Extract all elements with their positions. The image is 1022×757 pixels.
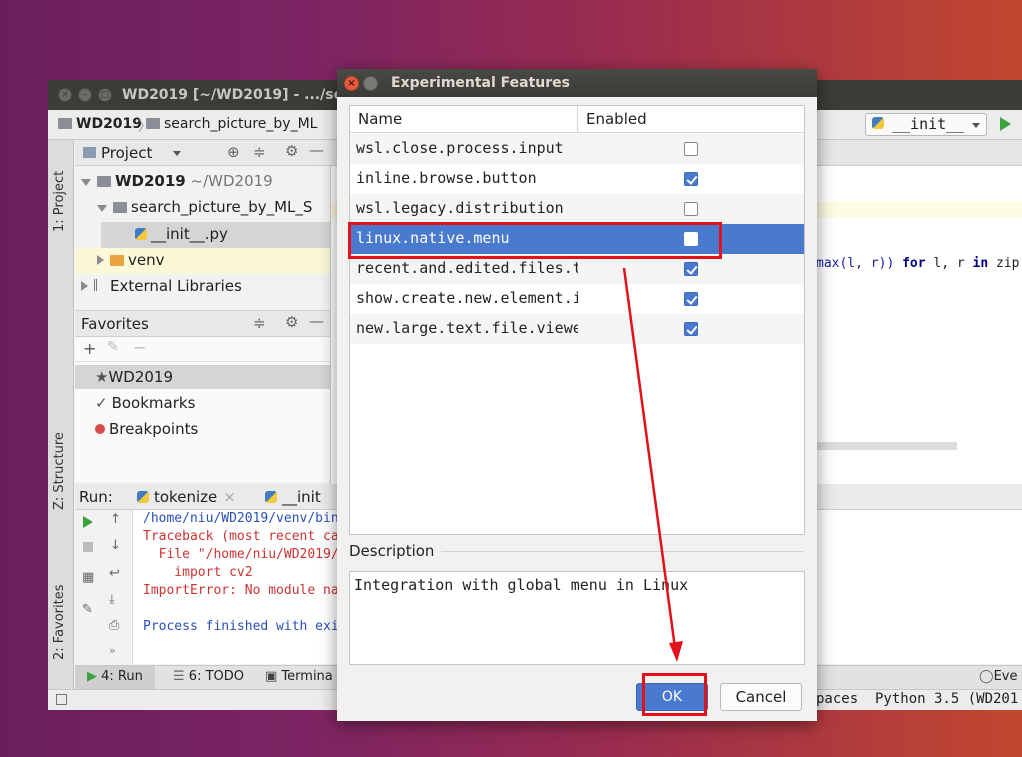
annotation-arrow-head: [669, 641, 683, 662]
annotation-arrow-line: [622, 267, 677, 649]
annotation-arrow: [622, 267, 683, 662]
